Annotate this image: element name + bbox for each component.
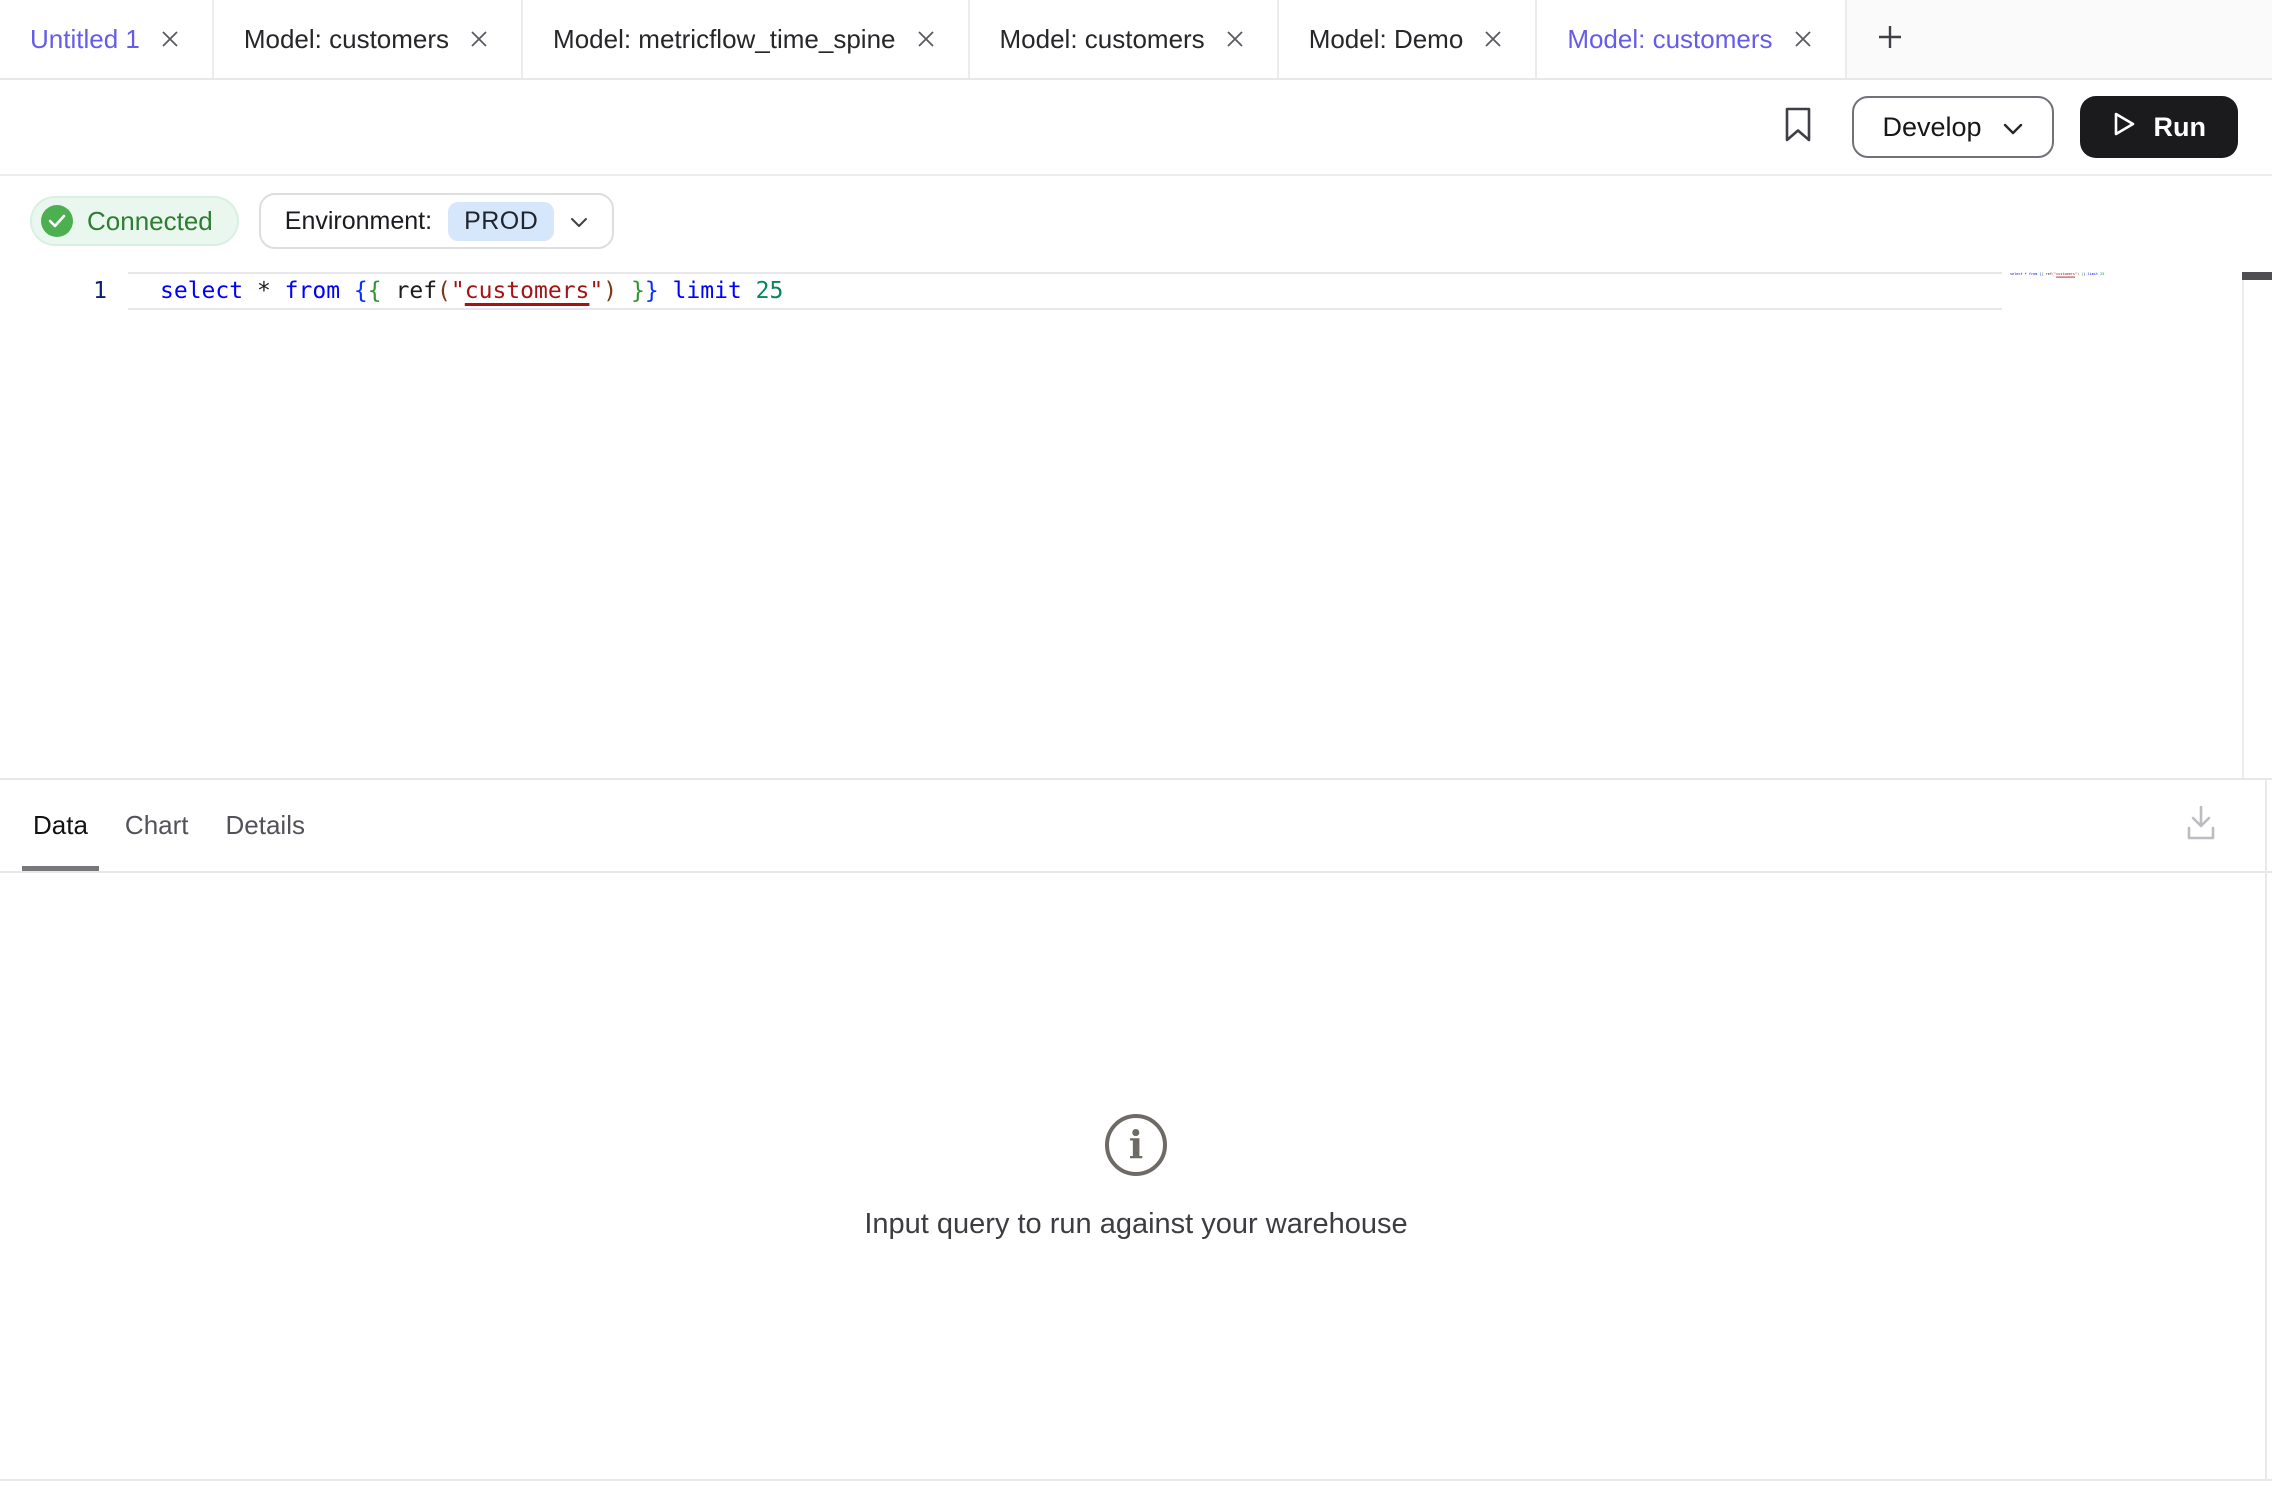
info-icon: i [1105,1114,1167,1176]
tab-model-customers-1[interactable]: Model: customers [214,0,523,78]
empty-state-message: Input query to run against your warehous… [864,1208,1407,1241]
develop-label: Develop [1882,112,1981,143]
tab-label: Untitled 1 [30,24,140,55]
develop-dropdown-button[interactable]: Develop [1852,96,2053,158]
overview-ruler-cursor-mark [2242,272,2272,280]
tab-label: Model: customers [1567,24,1772,55]
close-icon[interactable] [158,27,182,51]
window-scrollbar-track[interactable] [2265,779,2267,1481]
new-tab-button[interactable] [1847,0,1933,78]
tab-label: Model: customers [1000,24,1205,55]
environment-label: Environment: [285,207,432,236]
tab-model-customers-2[interactable]: Model: customers [970,0,1279,78]
connection-status-badge: Connected [30,196,239,246]
tab-chart[interactable]: Chart [125,780,189,871]
tab-label: Model: metricflow_time_spine [553,24,895,55]
chevron-down-icon [570,207,588,236]
sql-editor[interactable]: Connected Environment: PROD 1 select * f… [0,176,2272,778]
results-tab-bar: Data Chart Details [0,780,2272,873]
tab-untitled-1[interactable]: Untitled 1 [0,0,214,78]
active-tab-underline [22,866,99,871]
close-icon[interactable] [1481,27,1505,51]
tab-details-label: Details [226,810,305,841]
editor-overview-ruler[interactable] [2242,272,2272,778]
bookmark-icon [1784,107,1812,148]
environment-value-chip: PROD [448,202,554,241]
close-icon[interactable] [914,27,938,51]
editor-tab-bar: Untitled 1 Model: customers Model: metri… [0,0,2272,80]
download-results-button[interactable] [2184,804,2218,847]
chevron-down-icon [2002,112,2024,143]
download-icon [2184,804,2218,847]
tab-chart-label: Chart [125,810,189,841]
tab-data[interactable]: Data [33,780,88,871]
check-circle-icon [41,205,73,237]
plus-icon [1875,22,1905,57]
play-icon [2112,111,2136,144]
run-button[interactable]: Run [2080,96,2238,158]
close-icon[interactable] [467,27,491,51]
tab-model-metricflow-time-spine[interactable]: Model: metricflow_time_spine [523,0,969,78]
editor-minimap[interactable]: select * from {{ ref("customers") }} lim… [2010,272,2104,276]
run-label: Run [2154,112,2206,143]
code-line[interactable]: select * from {{ ref("customers") }} lim… [160,272,783,310]
connection-status-label: Connected [87,206,213,237]
tab-model-customers-3[interactable]: Model: customers [1537,0,1846,78]
tab-label: Model: Demo [1309,24,1464,55]
environment-dropdown-button[interactable]: Environment: PROD [259,193,615,249]
close-icon[interactable] [1223,27,1247,51]
results-panel: Data Chart Details i Input query to ru [0,778,2272,1481]
tab-data-label: Data [33,810,88,841]
editor-status-row: Connected Environment: PROD [0,176,2272,249]
tab-label: Model: customers [244,24,449,55]
tab-details[interactable]: Details [226,780,305,871]
window-bottom-divider [0,1479,2272,1481]
ide-window: Untitled 1 Model: customers Model: metri… [0,0,2272,1486]
close-icon[interactable] [1791,27,1815,51]
bookmark-button[interactable] [1784,107,1812,148]
tab-model-demo[interactable]: Model: Demo [1279,0,1538,78]
editor-toolbar: Develop Run [0,80,2272,176]
line-number: 1 [0,272,107,310]
results-empty-state: i Input query to run against your wareho… [0,873,2272,1481]
